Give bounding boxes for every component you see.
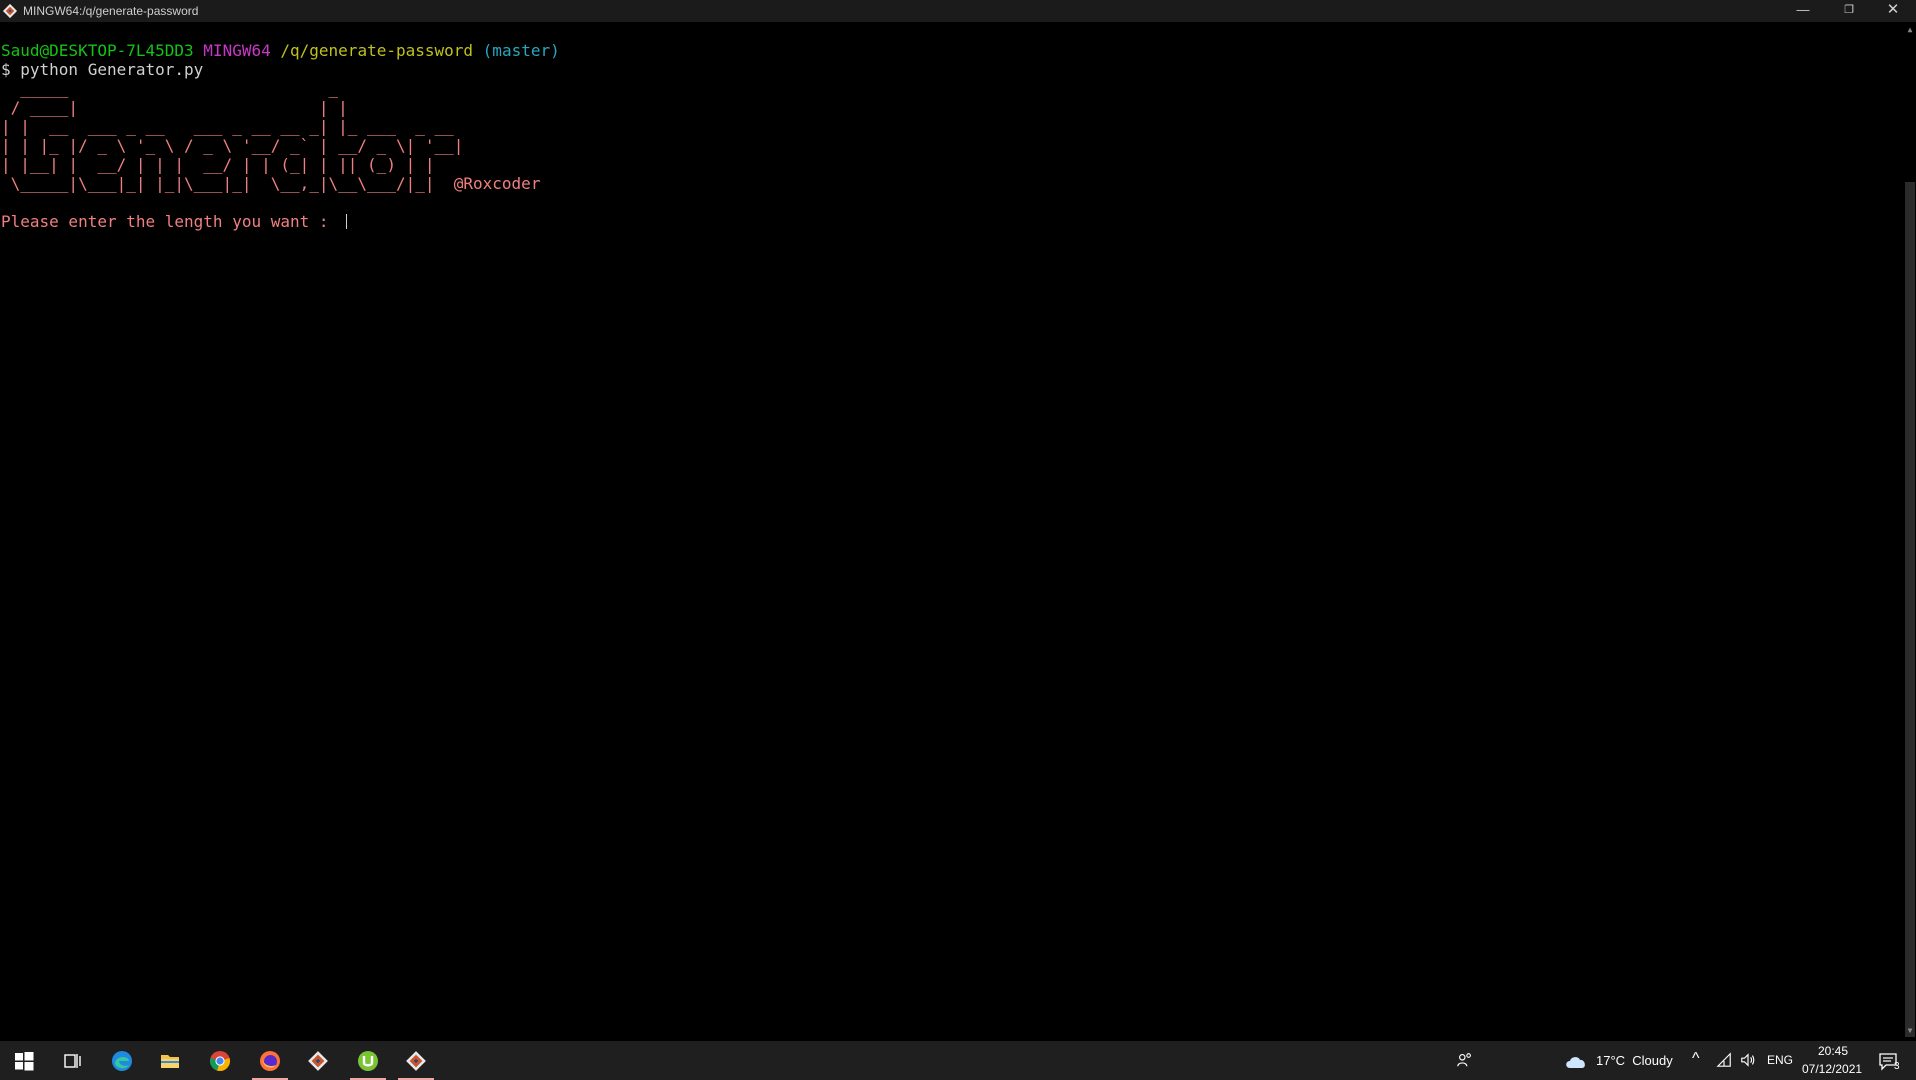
- utorrent-icon: [358, 1051, 378, 1071]
- clock-time[interactable]: 20:45: [1818, 1044, 1848, 1058]
- text-cursor[interactable]: [338, 214, 348, 229]
- weather-text[interactable]: 17°C Cloudy: [1596, 1053, 1673, 1068]
- show-hidden-icons-chevron-icon[interactable]: ^: [1692, 1050, 1700, 1068]
- task-view-button[interactable]: [48, 1041, 96, 1080]
- ascii-art-line: | | __ ___ _ __ ___ _ __ __ _| |_ ___ _ …: [1, 117, 454, 136]
- ascii-art-line: _____ _: [1, 79, 339, 98]
- cloud-weather-icon[interactable]: [1564, 1053, 1588, 1069]
- prompt-env: MINGW64: [203, 41, 271, 60]
- input-prompt: Please enter the length you want :: [1, 212, 339, 231]
- terminal-output: Saud@DESKTOP-7L45DD3 MINGW64 /q/generate…: [1, 41, 560, 231]
- clock-date[interactable]: 07/12/2021: [1802, 1062, 1862, 1076]
- ascii-art-line: | | |_ |/ _ \ '_ \ / _ \ '__/ _` | __/ _…: [1, 136, 464, 155]
- firefox-button[interactable]: [246, 1041, 294, 1080]
- volume-icon[interactable]: [1740, 1052, 1756, 1068]
- terminal-window[interactable]: Saud@DESKTOP-7L45DD3 MINGW64 /q/generate…: [0, 22, 1904, 1041]
- ascii-handle: @Roxcoder: [453, 174, 541, 193]
- edge-icon: [112, 1051, 132, 1071]
- task-view-icon: [64, 1054, 81, 1068]
- chrome-button[interactable]: [196, 1041, 244, 1080]
- git-gui-button[interactable]: [294, 1041, 342, 1080]
- git-bash-button[interactable]: [392, 1041, 440, 1080]
- close-button[interactable]: ✕: [1870, 0, 1916, 22]
- window-title: MINGW64:/q/generate-password: [23, 4, 199, 18]
- git-bash-app-icon: [2, 3, 18, 19]
- taskbar: 17°C Cloudy ^ ENG 20:45 07/12/2021 3: [0, 1041, 1916, 1080]
- terminal-scrollbar[interactable]: ▲ ▼: [1904, 22, 1916, 1041]
- network-icon[interactable]: [1716, 1052, 1732, 1068]
- chrome-icon: [210, 1051, 230, 1071]
- scroll-up-arrow-icon[interactable]: ▲: [1904, 24, 1916, 36]
- prompt-path: /q/generate-password: [280, 41, 474, 60]
- prompt-user-host: Saud@DESKTOP-7L45DD3: [1, 41, 194, 60]
- ascii-art-line: \_____|\___|_| |_|\___|_| \__,_|\__\___/…: [1, 174, 435, 193]
- start-button[interactable]: [0, 1041, 48, 1080]
- language-indicator[interactable]: ENG: [1767, 1053, 1793, 1067]
- file-explorer-button[interactable]: [146, 1041, 194, 1080]
- window-title-bar[interactable]: MINGW64:/q/generate-password — ❐ ✕: [0, 0, 1916, 22]
- folder-icon: [161, 1055, 179, 1068]
- prompt-branch: (master): [482, 41, 560, 60]
- restore-button[interactable]: ❐: [1826, 0, 1872, 22]
- git-icon: [308, 1051, 328, 1071]
- git-bash-icon: [406, 1051, 426, 1071]
- minimize-button[interactable]: —: [1780, 0, 1826, 22]
- firefox-icon: [260, 1051, 280, 1071]
- ascii-art-line: / ____| | |: [1, 98, 348, 117]
- windows-logo-icon: [15, 1052, 34, 1071]
- ascii-art-line: | |__| | __/ | | | __/ | | (_| | || (_) …: [1, 155, 435, 174]
- command-line: $ python Generator.py: [1, 60, 204, 79]
- edge-button[interactable]: [98, 1041, 146, 1080]
- people-icon[interactable]: [1456, 1051, 1474, 1069]
- scroll-down-arrow-icon[interactable]: ▼: [1904, 1025, 1916, 1037]
- utorrent-button[interactable]: [344, 1041, 392, 1080]
- notification-count-badge: 3: [1894, 1061, 1900, 1072]
- scroll-thumb[interactable]: [1905, 182, 1915, 1037]
